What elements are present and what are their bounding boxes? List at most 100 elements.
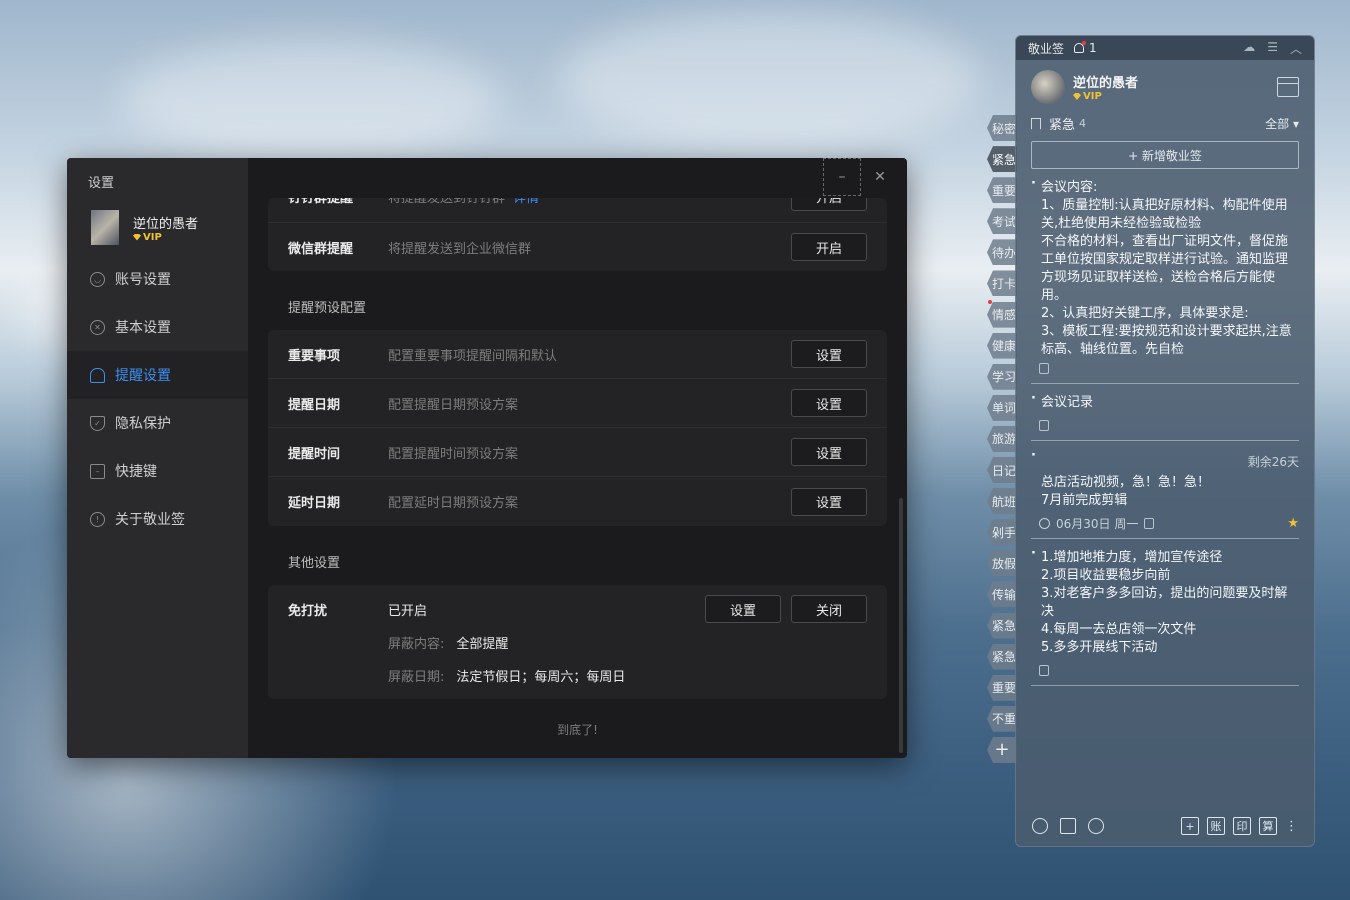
avatar[interactable] (1031, 70, 1065, 104)
gem-icon (1073, 93, 1081, 100)
list-item[interactable]: 1.增加地推力度，增加宣传途径 2.项目收益要稳步向前 3.对老客户多多回访，提… (1031, 539, 1299, 686)
more-icon[interactable]: ⋮ (1285, 819, 1298, 834)
dingtalk-row: 钉钉群提醒 将提醒发送到钉钉群 详情 开启 (268, 198, 887, 221)
nav-about[interactable]: ! 关于敬业签 (67, 495, 248, 543)
filter-dropdown[interactable]: 全部 ▾ (1265, 115, 1299, 132)
tab-words[interactable]: 单词 (987, 394, 1017, 421)
tab-secret[interactable]: 秘密 (987, 115, 1017, 141)
user-name: 逆位的愚者 (133, 216, 199, 232)
list-item[interactable]: 会议内容: 1、质量控制:认真把好原材料、构配件使用关,杜绝使用未经检验或检验 … (1031, 169, 1299, 384)
plus-icon[interactable]: + (1181, 817, 1199, 835)
info-icon: ! (90, 511, 105, 527)
clock-icon[interactable] (1032, 818, 1048, 834)
dnd-date-value: 法定节假日；每周六；每周日 (456, 670, 626, 685)
tab-exam[interactable]: 考试 (987, 208, 1017, 235)
nav-basic[interactable]: ✕ 基本设置 (67, 303, 248, 351)
tab-holiday[interactable]: 放假 (987, 550, 1017, 577)
settings-window: 设置 逆位的愚者 VIP ◡ 账号设置 ✕ 基本设置 提醒设置 ✓ 隐私保护 – 快捷键… (67, 158, 907, 758)
nav-reminder[interactable]: 提醒设置 (67, 351, 248, 399)
list-item[interactable]: 剩余26天 总店活动视频，急！急！急！ 7月前完成剪辑 06月30日 周一 ★ (1031, 441, 1299, 539)
vip-badge: VIP (1073, 91, 1138, 102)
category-name: 紧急 (1049, 118, 1076, 133)
row-label: 提醒日期 (288, 397, 341, 413)
checklist-icon[interactable] (1060, 818, 1076, 834)
settings-scroll[interactable]: 钉钉群提醒 将提醒发送到钉钉群 详情 开启 微信群提醒 将提醒发送到企业微信群 开… (268, 198, 887, 738)
calendar-icon[interactable] (1277, 77, 1299, 97)
section-title: 提醒预设配置 (288, 301, 367, 316)
settings-nav: ◡ 账号设置 ✕ 基本设置 提醒设置 ✓ 隐私保护 – 快捷键 ! 关于敬业签 (67, 255, 248, 543)
nav-privacy[interactable]: ✓ 隐私保护 (67, 399, 248, 447)
tab-travel[interactable]: 旅游 (987, 425, 1017, 452)
notification-dot (988, 300, 992, 304)
tab-diary[interactable]: 日记 (987, 457, 1017, 484)
settings-button[interactable]: 设置 (791, 340, 867, 368)
tab-checkin[interactable]: 打卡 (987, 270, 1017, 297)
tab-important-2[interactable]: 重要 (987, 674, 1017, 701)
search-icon[interactable] (1088, 818, 1104, 834)
settings-button[interactable]: 设置 (791, 389, 867, 417)
item-text: 1.增加地推力度，增加宣传途径 2.项目收益要稳步向前 3.对老客户多多回访，提… (1031, 549, 1299, 657)
note-user: 逆位的愚者 VIP (1016, 60, 1314, 104)
partial-row-wrap: 钉钉群提醒 将提醒发送到钉钉群 详情 开启 (268, 198, 887, 222)
close-button[interactable]: ✕ (861, 158, 899, 196)
cloud-sync-icon[interactable]: ☁ (1243, 40, 1255, 57)
dingtalk-enable-button[interactable]: 开启 (791, 198, 867, 211)
item-text: 总店活动视频，急！急！急！ 7月前完成剪辑 (1031, 474, 1299, 510)
preset-card: 重要事项 配置重要事项提醒间隔和默认 设置 提醒日期 配置提醒日期预设方案 设置… (268, 330, 887, 526)
ledger-button[interactable]: 账 (1207, 817, 1225, 835)
clock-icon (1039, 517, 1050, 529)
profile[interactable]: 逆位的愚者 VIP (91, 210, 198, 245)
tab-shopping[interactable]: 剁手 (987, 519, 1017, 546)
details-link[interactable]: 详情 (513, 198, 539, 206)
stamp-button[interactable]: 印 (1233, 817, 1251, 835)
dnd-card: 免打扰 已开启 设置 关闭 屏蔽内容: 全部提醒 屏蔽日期: 法定节假日；每周六… (268, 585, 887, 699)
notify-count: 1 (1089, 41, 1097, 55)
bell-icon[interactable] (1074, 41, 1087, 53)
collapse-icon[interactable]: ︿ (1290, 40, 1302, 57)
tab-flight[interactable]: 航班 (987, 488, 1017, 515)
category-tabs: 秘密 紧急 重要 考试 待办 打卡 情感 健康 学习 单词 旅游 日记 航班 剁… (987, 115, 1017, 768)
menu-icon[interactable]: ☰ (1267, 40, 1278, 57)
note-header: 敬业签 1 ☁ ☰ ︿ (1016, 36, 1314, 60)
add-tab-button[interactable]: + (987, 736, 1017, 763)
tab-urgent-3[interactable]: 紧急 (987, 643, 1017, 670)
tab-todo[interactable]: 待办 (987, 239, 1017, 266)
preset-row: 提醒日期 配置提醒日期预设方案 设置 (268, 379, 887, 428)
tab-urgent[interactable]: 紧急 (987, 146, 1017, 173)
row-desc: 将提醒发送到钉钉群 详情 (388, 198, 791, 206)
tab-urgent-2[interactable]: 紧急 (987, 612, 1017, 639)
tab-important[interactable]: 重要 (987, 177, 1017, 204)
settings-content: – ✕ 钉钉群提醒 将提醒发送到钉钉群 详情 开启 微信群提醒 将提醒发送到企业微… (248, 158, 907, 758)
dnd-close-button[interactable]: 关闭 (791, 595, 867, 623)
row-desc: 配置延时日期预设方案 (388, 496, 519, 511)
wechat-enable-button[interactable]: 开启 (791, 233, 867, 261)
add-note-button[interactable]: + 新增敬业签 (1031, 141, 1299, 169)
calculator-button[interactable]: 算 (1259, 817, 1277, 835)
settings-button[interactable]: 设置 (791, 487, 867, 516)
dnd-settings-button[interactable]: 设置 (705, 595, 781, 623)
avatar[interactable] (91, 210, 119, 245)
star-icon[interactable]: ★ (1287, 516, 1299, 531)
group-card: 钉钉群提醒 将提醒发送到钉钉群 详情 开启 微信群提醒 将提醒发送到企业微信群 开… (268, 198, 887, 271)
tab-health[interactable]: 健康 (987, 332, 1017, 359)
tab-transfer[interactable]: 传输 (987, 581, 1017, 608)
settings-button[interactable]: 设置 (791, 438, 867, 466)
list-item[interactable]: 会议记录 (1031, 384, 1299, 441)
section-title: 其他设置 (288, 556, 341, 571)
tab-emotion[interactable]: 情感 (987, 301, 1017, 328)
tab-unimportant[interactable]: 不重 (987, 705, 1017, 732)
dnd-content-key: 屏蔽内容: (388, 637, 445, 652)
nav-shortcut[interactable]: – 快捷键 (67, 447, 248, 495)
row-desc: 配置提醒时间预设方案 (388, 446, 519, 462)
scrollbar[interactable] (899, 498, 903, 753)
wechat-row: 微信群提醒 将提醒发送到企业微信群 开启 (268, 222, 887, 271)
nav-account[interactable]: ◡ 账号设置 (67, 255, 248, 303)
shield-icon: ✓ (90, 415, 105, 431)
lock-icon (1039, 419, 1049, 431)
bell-icon (90, 367, 105, 383)
preset-row: 延时日期 配置延时日期预设方案 设置 (268, 477, 887, 526)
minimize-button[interactable]: – (823, 158, 861, 196)
window-title: 设置 (88, 176, 115, 191)
window-controls: – ✕ (823, 158, 899, 196)
tab-study[interactable]: 学习 (987, 363, 1017, 390)
